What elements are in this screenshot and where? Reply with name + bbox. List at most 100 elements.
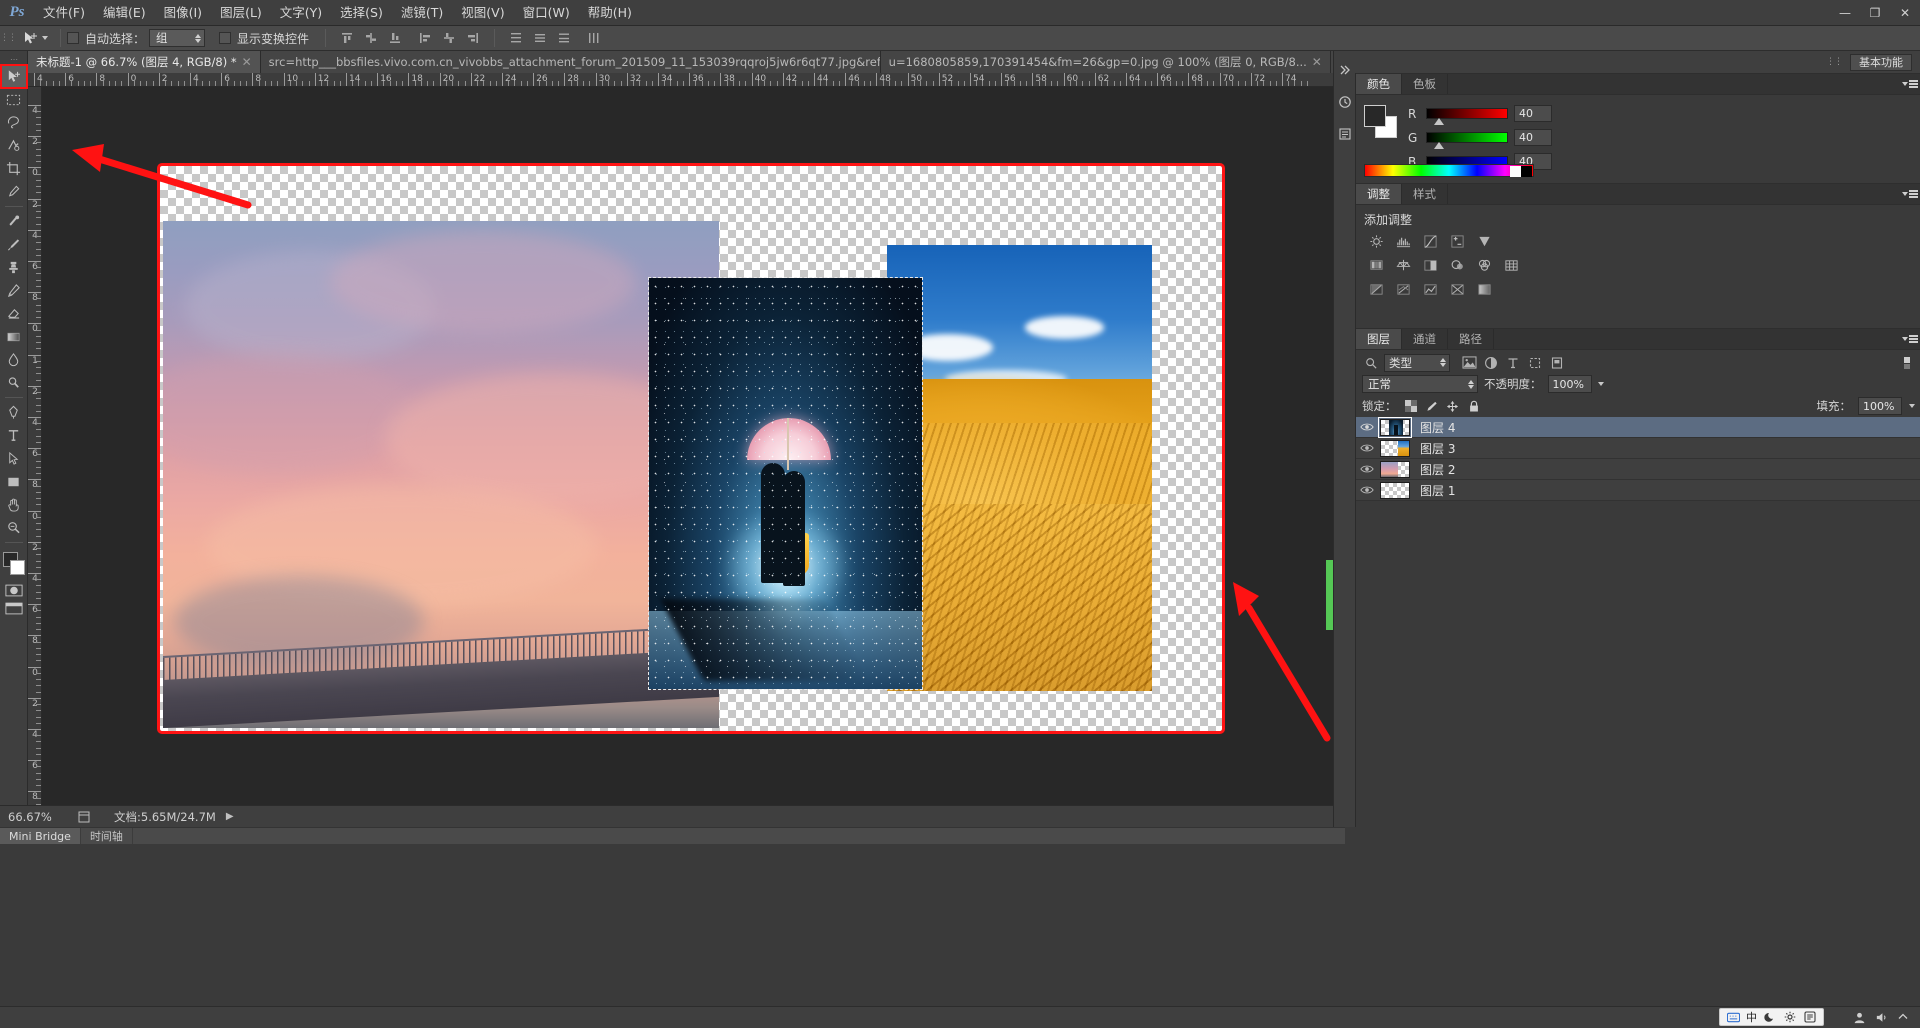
adjustments-panel-menu-icon[interactable] [1899, 184, 1920, 204]
fill-value[interactable]: 100% [1858, 397, 1902, 415]
brush-tool[interactable] [1, 233, 27, 256]
panel-tab-mini-bridge[interactable]: Mini Bridge [0, 828, 81, 844]
shape-filter-icon[interactable] [1526, 354, 1544, 372]
color-lookup-icon[interactable] [1501, 256, 1521, 274]
adjustment-filter-icon[interactable] [1482, 354, 1500, 372]
curves-icon[interactable] [1420, 232, 1440, 250]
color-panel-menu-icon[interactable] [1899, 74, 1920, 94]
channel-value-g[interactable]: 40 [1514, 129, 1552, 146]
opacity-chevron-icon[interactable] [1598, 382, 1604, 386]
ime-language[interactable]: 中 [1746, 1009, 1757, 1025]
distribute-left-icon[interactable] [583, 28, 605, 48]
tab-document-3[interactable]: u=1680805859,170391454&fm=26&gp=0.jpg @ … [881, 51, 1331, 73]
layer-visibility-toggle[interactable] [1356, 438, 1378, 459]
channel-value-r[interactable]: 40 [1514, 105, 1552, 122]
tab-document-1[interactable]: 未标题-1 @ 66.7% (图层 4, RGB/8) * ✕ [28, 51, 261, 73]
status-bar-menu-arrow[interactable]: ▶ [226, 811, 234, 822]
canvas-layer-sky[interactable] [163, 221, 719, 728]
lock-transparent-pixels-icon[interactable] [1404, 399, 1418, 413]
minimize-button[interactable]: — [1830, 0, 1860, 26]
type-filter-icon[interactable] [1504, 354, 1522, 372]
layer-visibility-toggle[interactable] [1356, 480, 1378, 501]
options-bar-grip[interactable]: ⋮⋮ [0, 26, 16, 51]
history-brush-tool[interactable] [1, 279, 27, 302]
menu-window[interactable]: 窗口(W) [514, 0, 579, 26]
color-balance-icon[interactable] [1393, 256, 1413, 274]
expand-icon[interactable] [1896, 1010, 1910, 1024]
layer-name[interactable]: 图层 4 [1410, 419, 1455, 436]
gear-icon[interactable] [1783, 1010, 1797, 1024]
close-button[interactable]: ✕ [1890, 0, 1920, 26]
align-right-edges-icon[interactable] [462, 28, 484, 48]
path-selection-tool[interactable] [1, 447, 27, 470]
pixel-filter-icon[interactable] [1460, 354, 1478, 372]
hue-saturation-icon[interactable] [1366, 256, 1386, 274]
current-tool-preset[interactable] [16, 26, 54, 51]
exposure-icon[interactable] [1447, 232, 1467, 250]
color-panel-swatches[interactable] [1364, 105, 1398, 139]
canvas-layer-desert[interactable] [887, 245, 1152, 691]
fill-chevron-icon[interactable] [1909, 404, 1915, 408]
tab-document-2[interactable]: src=http___bbsfiles.vivo.com.cn_vivobbs_… [261, 51, 881, 73]
canvas-layer-couple-rain[interactable] [649, 278, 922, 689]
lock-all-icon[interactable] [1467, 399, 1481, 413]
align-vertical-centers-icon[interactable] [360, 28, 382, 48]
layer-visibility-toggle[interactable] [1356, 459, 1378, 480]
smart-object-filter-icon[interactable] [1548, 354, 1566, 372]
tab-channels[interactable]: 通道 [1402, 329, 1448, 349]
marquee-tool[interactable] [1, 88, 27, 111]
layer-row-2[interactable]: 图层 2 [1356, 459, 1920, 480]
tab-paths[interactable]: 路径 [1448, 329, 1494, 349]
show-transform-checkbox[interactable] [219, 32, 231, 44]
spot-healing-tool[interactable] [1, 210, 27, 233]
filter-toggle-icon[interactable] [1899, 354, 1915, 372]
tab-layers[interactable]: 图层 [1356, 329, 1402, 349]
layers-panel-menu-icon[interactable] [1899, 329, 1920, 349]
posterize-icon[interactable] [1393, 280, 1413, 298]
opacity-value[interactable]: 100% [1548, 375, 1592, 393]
selective-color-icon[interactable] [1474, 280, 1494, 298]
align-top-edges-icon[interactable] [336, 28, 358, 48]
moon-icon[interactable] [1763, 1010, 1777, 1024]
channel-mixer-icon[interactable] [1474, 256, 1494, 274]
artboard[interactable] [160, 166, 1222, 731]
crop-tool[interactable] [1, 157, 27, 180]
lock-position-icon[interactable] [1446, 399, 1460, 413]
distribute-top-icon[interactable] [505, 28, 527, 48]
zoom-tool[interactable] [1, 516, 27, 539]
layer-thumbnail[interactable] [1380, 419, 1410, 436]
menu-layer[interactable]: 图层(L) [211, 0, 271, 26]
tab-close-icon[interactable]: ✕ [1312, 56, 1322, 68]
menu-file[interactable]: 文件(F) [34, 0, 94, 26]
menu-edit[interactable]: 编辑(E) [94, 0, 155, 26]
channel-slider-g[interactable] [1426, 132, 1508, 143]
distribute-vertical-center-icon[interactable] [529, 28, 551, 48]
layer-kind-dropdown[interactable]: 类型 [1384, 354, 1450, 372]
menu-filter[interactable]: 滤镜(T) [392, 0, 452, 26]
color-spectrum-bar[interactable] [1364, 164, 1534, 177]
layer-name[interactable]: 图层 1 [1410, 482, 1455, 499]
auto-select-checkbox[interactable] [67, 32, 79, 44]
align-bottom-edges-icon[interactable] [384, 28, 406, 48]
zoom-level[interactable]: 66.67% [0, 810, 74, 824]
color-swatches[interactable] [1, 550, 27, 578]
align-horizontal-centers-icon[interactable] [438, 28, 460, 48]
move-tool[interactable] [1, 65, 27, 88]
gradient-map-icon[interactable] [1447, 280, 1467, 298]
expand-dock-icon[interactable] [1334, 57, 1356, 83]
black-white-icon[interactable] [1420, 256, 1440, 274]
toolbar-grip[interactable]: ⋯ [0, 53, 27, 65]
threshold-icon[interactable] [1420, 280, 1440, 298]
workspace-grip[interactable]: ⋮⋮ [1826, 57, 1844, 67]
panel-tab-timeline[interactable]: 时间轴 [81, 828, 133, 844]
layer-visibility-toggle[interactable] [1356, 417, 1378, 438]
history-panel-icon[interactable] [1334, 89, 1356, 115]
pen-tool[interactable] [1, 401, 27, 424]
menu-help[interactable]: 帮助(H) [579, 0, 641, 26]
properties-panel-icon[interactable] [1334, 121, 1356, 147]
maximize-button[interactable]: ❐ [1860, 0, 1890, 26]
tab-close-icon[interactable]: ✕ [242, 56, 252, 68]
tool-preset-chevron-icon[interactable] [42, 36, 48, 40]
photo-filter-icon[interactable] [1447, 256, 1467, 274]
blur-tool[interactable] [1, 348, 27, 371]
